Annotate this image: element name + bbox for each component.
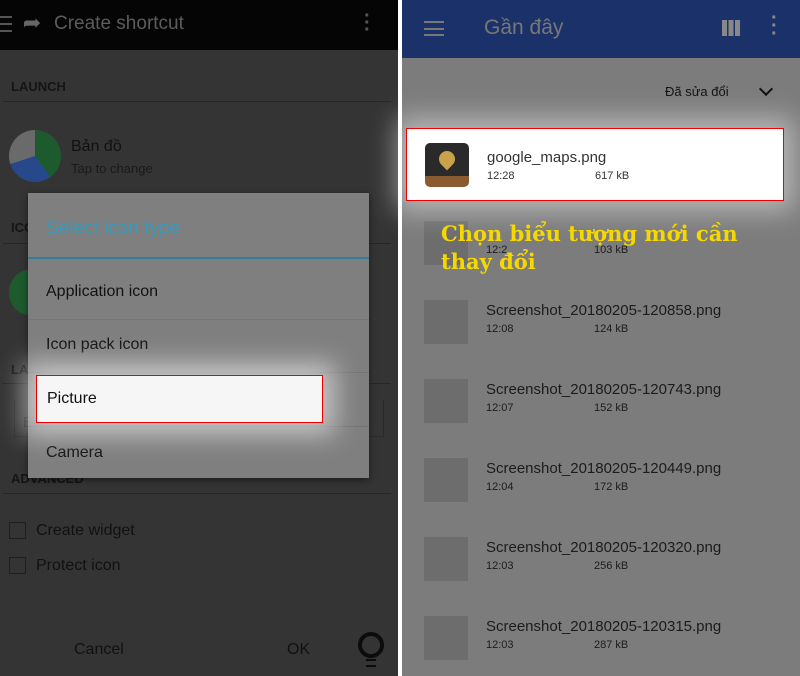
- create-widget-checkbox[interactable]: [9, 522, 26, 539]
- section-label: LA: [11, 362, 29, 377]
- app-bar: ➦ Create shortcut · · ·: [0, 0, 398, 50]
- file-name: Screenshot_20180205-120449.png: [486, 460, 722, 477]
- cancel-button[interactable]: Cancel: [74, 641, 124, 659]
- option-icon-pack-icon[interactable]: Icon pack icon: [28, 320, 369, 373]
- file-time: 12:08: [486, 323, 514, 335]
- file-time: 12:03: [486, 639, 514, 651]
- more-options-icon[interactable]: · · ·: [771, 8, 778, 44]
- select-icon-type-dialog: Select icon type Application icon Icon p…: [28, 193, 369, 478]
- dialog-title-divider: [28, 257, 369, 259]
- file-time: 12:28: [487, 170, 515, 182]
- create-shortcut-panel: ➦ Create shortcut · · · LAUNCH Bản đồ Tap …: [0, 0, 398, 676]
- file-row[interactable]: Screenshot_20180205-120743.png 12:07 152 k…: [402, 365, 800, 444]
- app-hint: Tap to change: [71, 161, 153, 176]
- file-row[interactable]: Screenshot_20180205-120858.png 12:08 124 k…: [402, 286, 800, 365]
- divider: [3, 101, 391, 102]
- file-picker-panel: Gần đây · · · Đã sửa đổi 12:2 103 kB Screen…: [402, 0, 800, 676]
- maps-app-icon[interactable]: [9, 130, 61, 182]
- lightbulb-base: [366, 659, 376, 667]
- file-name: Screenshot_20180205-120320.png: [486, 539, 722, 556]
- file-time: 12:04: [486, 481, 514, 493]
- grid-view-icon[interactable]: [722, 20, 740, 36]
- chevron-down-icon[interactable]: [758, 81, 774, 97]
- file-thumbnail: [424, 379, 468, 423]
- file-size: 124 kB: [594, 323, 629, 335]
- file-name: Screenshot_20180205-120858.png: [486, 302, 722, 319]
- file-name: google_maps.png: [487, 149, 607, 166]
- app-title: Create shortcut: [54, 13, 184, 34]
- panel-divider: [398, 0, 402, 676]
- protect-icon-checkbox[interactable]: [9, 557, 26, 574]
- file-thumbnail: [424, 537, 468, 581]
- option-picture-highlighted[interactable]: Picture: [36, 375, 323, 423]
- file-row[interactable]: Screenshot_20180205-120315.png 12:03 287 k…: [402, 602, 800, 676]
- file-size: 152 kB: [594, 402, 629, 414]
- file-thumbnail: [424, 458, 468, 502]
- menu-icon[interactable]: [424, 21, 444, 36]
- lightbulb-icon[interactable]: [358, 632, 384, 658]
- protect-icon-label: Protect icon: [36, 557, 121, 574]
- file-time: 12:03: [486, 560, 514, 572]
- app-name[interactable]: Bản đồ: [71, 138, 122, 156]
- file-size: 617 kB: [595, 170, 630, 182]
- option-application-icon[interactable]: Application icon: [28, 267, 369, 320]
- create-widget-label: Create widget: [36, 522, 135, 539]
- instruction-caption: Chọn biểu tượng mới cần thay đổi: [441, 221, 738, 274]
- file-thumbnail: [424, 616, 468, 660]
- shortcut-arrow-icon: ➦: [22, 10, 42, 35]
- file-row-google-maps-highlighted[interactable]: google_maps.png 12:28 617 kB: [406, 128, 784, 201]
- file-size: 256 kB: [594, 560, 629, 572]
- file-name: Screenshot_20180205-120315.png: [486, 618, 722, 635]
- file-time: 12:07: [486, 402, 514, 414]
- file-row[interactable]: Screenshot_20180205-120449.png 12:04 172 k…: [402, 444, 800, 523]
- file-thumbnail: [424, 300, 468, 344]
- page-title: Gần đây: [484, 16, 564, 39]
- file-size: 172 kB: [594, 481, 629, 493]
- option-camera[interactable]: Camera: [28, 428, 369, 481]
- file-size: 287 kB: [594, 639, 629, 651]
- menu-icon[interactable]: [0, 16, 12, 32]
- ok-button[interactable]: OK: [287, 641, 310, 659]
- file-row[interactable]: Screenshot_20180205-120320.png 12:03 256 k…: [402, 523, 800, 602]
- section-launch: LAUNCH: [11, 79, 66, 94]
- more-options-icon[interactable]: · · ·: [364, 6, 371, 40]
- app-bar: Gần đây · · ·: [402, 0, 800, 58]
- sort-dropdown[interactable]: Đã sửa đổi: [665, 84, 729, 99]
- divider: [3, 493, 391, 494]
- map-pin-thumbnail: [425, 143, 469, 187]
- file-name: Screenshot_20180205-120743.png: [486, 381, 722, 398]
- dialog-title: Select icon type: [46, 218, 181, 239]
